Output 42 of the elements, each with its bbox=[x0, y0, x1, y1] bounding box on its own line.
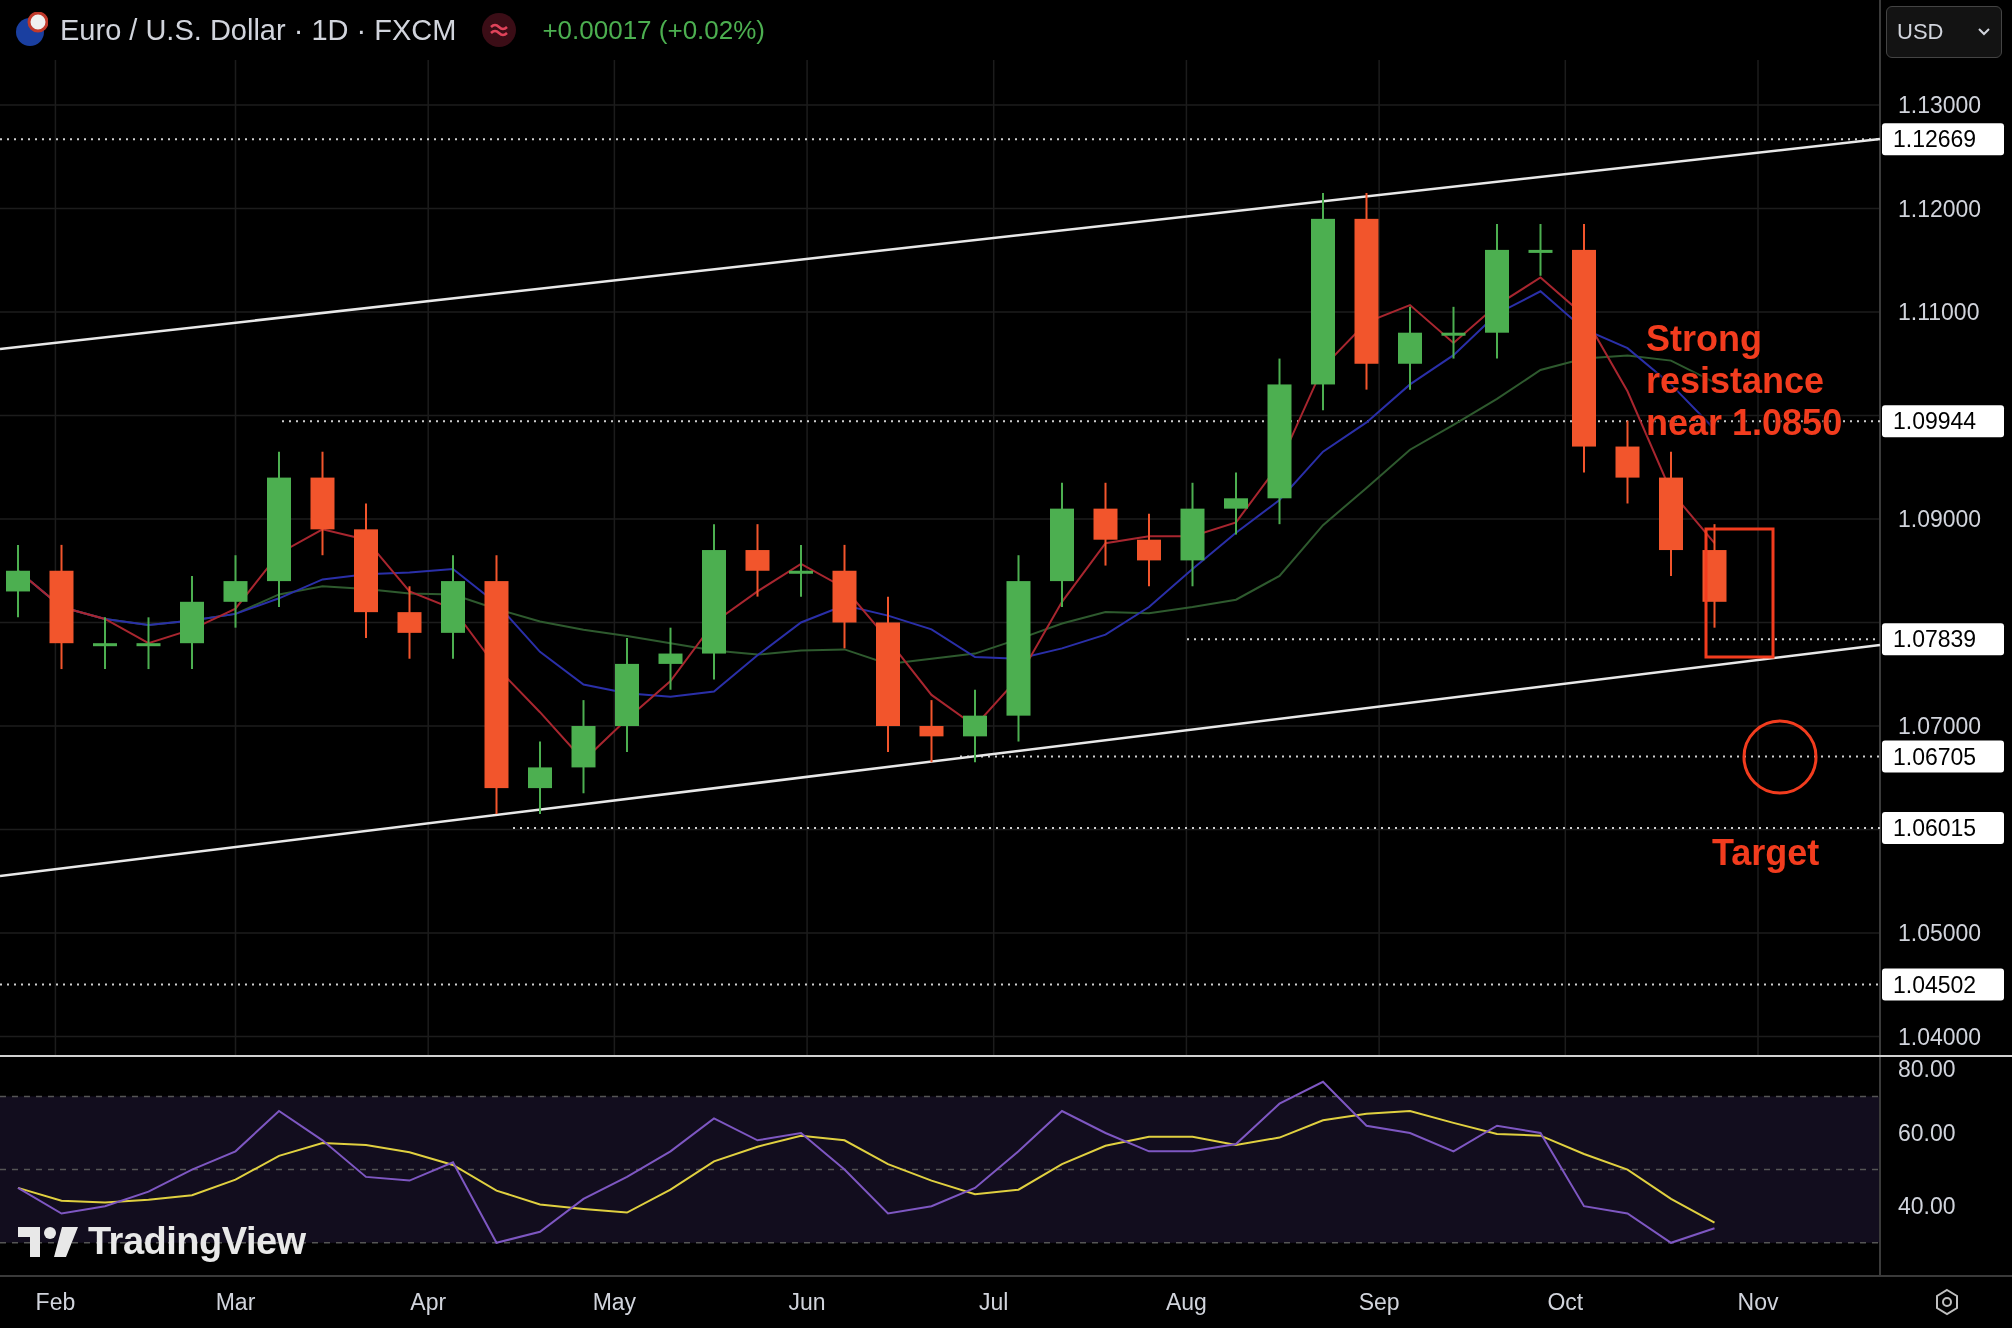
candlestick bbox=[919, 699, 944, 764]
wave-icon bbox=[482, 13, 517, 47]
price-label: 1.09944 bbox=[1882, 405, 2004, 438]
time-axis-label: Mar bbox=[215, 1289, 256, 1316]
brand-name: TradingView bbox=[88, 1220, 306, 1263]
candlestick bbox=[136, 616, 161, 671]
time-axis-label: Oct bbox=[1547, 1289, 1584, 1316]
candlestick bbox=[1441, 305, 1466, 360]
time-axis-label: Jul bbox=[979, 1289, 1009, 1316]
rsi-axis-label: 80.00 bbox=[1898, 1057, 1956, 1082]
price-axis-label: 1.13000 bbox=[1898, 92, 1982, 118]
price-axis-label: 1.04000 bbox=[1898, 1023, 1982, 1050]
chevron-icon bbox=[1977, 27, 1991, 37]
price-label: 1.06705 bbox=[1882, 740, 2004, 773]
price-axis-label: 1.09000 bbox=[1898, 506, 1982, 532]
candlestick bbox=[789, 543, 813, 598]
symbol-title: Euro / U.S. Dollar · 1D · FXCM bbox=[60, 13, 457, 47]
rsi-axis-label: 40.00 bbox=[1898, 1193, 1956, 1220]
price-label: 1.06015 bbox=[1882, 811, 2004, 844]
candlestick bbox=[1224, 471, 1248, 536]
time-axis-label: Sep bbox=[1358, 1289, 1400, 1316]
candlestick bbox=[658, 626, 683, 691]
candlestick bbox=[93, 616, 117, 671]
annotation-text: Target bbox=[1712, 832, 1821, 874]
time-axis-label: Aug bbox=[1165, 1289, 1207, 1316]
price-label: 1.12669 bbox=[1882, 123, 2004, 156]
price-axis-label: 1.11000 bbox=[1898, 299, 1980, 325]
price-axis-label: 1.12000 bbox=[1898, 195, 1982, 222]
time-axis-label: May bbox=[592, 1289, 637, 1316]
price-axis-label: 1.07000 bbox=[1898, 713, 1982, 739]
rsi-axis-label: 60.00 bbox=[1898, 1120, 1956, 1146]
time-axis-label: Feb bbox=[35, 1289, 76, 1316]
logo-icon bbox=[18, 1224, 80, 1259]
time-axis-label: Apr bbox=[410, 1289, 447, 1316]
price-label: 1.04502 bbox=[1882, 968, 2004, 1001]
price-label: 1.07839 bbox=[1882, 623, 2004, 656]
price-change: +0.00017 (+0.02%) bbox=[542, 14, 766, 46]
time-axis-label: Jun bbox=[788, 1289, 826, 1316]
price-axis-label: 1.05000 bbox=[1898, 920, 1982, 946]
currency-dropdown[interactable]: USD bbox=[1886, 6, 2002, 58]
time-axis-label: Nov bbox=[1737, 1289, 1779, 1316]
candlestick bbox=[1528, 223, 1553, 277]
